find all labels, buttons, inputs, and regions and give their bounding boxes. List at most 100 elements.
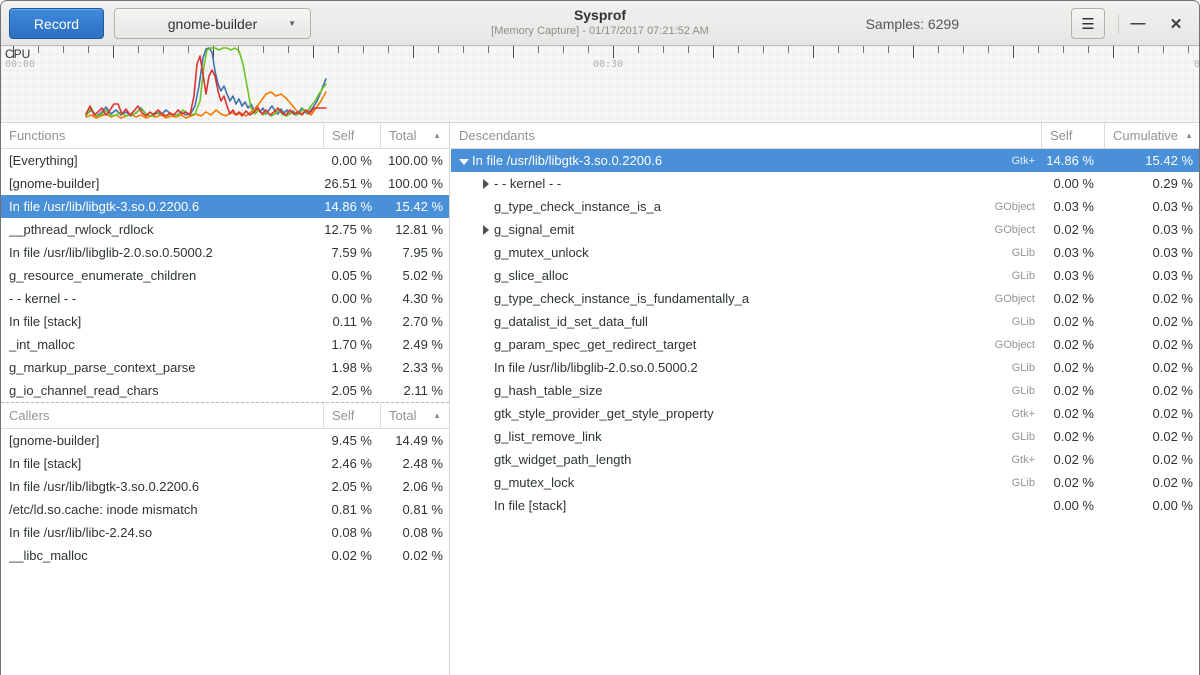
expander-spacer xyxy=(480,361,494,375)
self-percent: 0.02 % xyxy=(1041,383,1104,398)
callers-table: [gnome-builder]9.45 %14.49 %In file [sta… xyxy=(1,429,449,567)
self-column-header[interactable]: Self xyxy=(1041,123,1104,148)
self-column-header[interactable]: Self xyxy=(323,403,380,428)
table-row[interactable]: In file /usr/lib/libgtk-3.so.0.2200.614.… xyxy=(1,195,449,218)
table-row[interactable]: /etc/ld.so.cache: inode mismatch0.81 %0.… xyxy=(1,498,449,521)
symbol-name: - - kernel - - xyxy=(494,176,1035,191)
total-percent: 100.00 % xyxy=(380,176,449,191)
table-row[interactable]: g_mutex_lockGLib0.02 %0.02 % xyxy=(451,471,1200,494)
table-row[interactable]: g_signal_emitGObject0.02 %0.03 % xyxy=(451,218,1200,241)
table-row[interactable]: In file /usr/lib/libgtk-3.so.0.2200.6Gtk… xyxy=(451,149,1200,172)
cumulative-column-header[interactable]: Cumulative ▲ xyxy=(1104,123,1200,148)
table-row[interactable]: g_mutex_unlockGLib0.03 %0.03 % xyxy=(451,241,1200,264)
library-badge: GObject xyxy=(995,339,1041,351)
expander-spacer xyxy=(480,430,494,444)
table-row[interactable]: - - kernel - -0.00 %0.29 % xyxy=(451,172,1200,195)
symbol-name: g_slice_alloc xyxy=(494,268,1012,283)
cpu-line-green xyxy=(86,48,326,116)
total-percent: 14.49 % xyxy=(380,433,449,448)
library-badge: GLib xyxy=(1012,247,1041,259)
total-percent: 12.81 % xyxy=(380,222,449,237)
symbol-name: g_mutex_unlock xyxy=(494,245,1012,260)
table-row[interactable]: _int_malloc1.70 %2.49 % xyxy=(1,333,449,356)
symbol-name: g_param_spec_get_redirect_target xyxy=(494,337,995,352)
menu-button[interactable]: ☰ xyxy=(1071,8,1105,39)
cpu-line-red xyxy=(86,56,326,116)
expander-spacer xyxy=(480,476,494,490)
table-row[interactable]: g_io_channel_read_chars2.05 %2.11 % xyxy=(1,379,449,402)
expander-spacer xyxy=(480,269,494,283)
self-percent: 0.03 % xyxy=(1041,245,1104,260)
total-percent: 2.11 % xyxy=(380,383,449,398)
expander-right-icon[interactable] xyxy=(480,177,494,191)
self-percent: 0.00 % xyxy=(1041,176,1104,191)
callers-header: Callers Self Total ▲ xyxy=(1,403,449,429)
expander-down-icon[interactable] xyxy=(458,154,472,168)
total-column-header[interactable]: Total ▲ xyxy=(380,123,449,148)
descendants-column-header[interactable]: Descendants xyxy=(451,123,1041,148)
total-percent: 2.49 % xyxy=(380,337,449,352)
library-badge: GObject xyxy=(995,224,1041,236)
self-percent: 1.70 % xyxy=(323,337,380,352)
time-label-start: 00:00 xyxy=(5,59,35,70)
close-button[interactable]: ✕ xyxy=(1159,1,1193,46)
self-column-header[interactable]: Self xyxy=(323,123,380,148)
table-row[interactable]: g_list_remove_linkGLib0.02 %0.02 % xyxy=(451,425,1200,448)
self-percent: 0.02 % xyxy=(323,548,380,563)
symbol-name: In file /usr/lib/libgtk-3.so.0.2200.6 xyxy=(472,153,1011,168)
callers-column-header[interactable]: Callers xyxy=(1,403,323,428)
total-percent: 0.03 % xyxy=(1104,268,1200,283)
cpu-graph[interactable]: CPU 00:00 00:30 01:00 xyxy=(1,46,1200,123)
table-row[interactable]: [gnome-builder]9.45 %14.49 % xyxy=(1,429,449,452)
self-percent: 0.02 % xyxy=(1041,314,1104,329)
main-area: Functions Self Total ▲ [Everything]0.00 … xyxy=(1,123,1200,675)
table-row[interactable]: [Everything]0.00 %100.00 % xyxy=(1,149,449,172)
table-row[interactable]: g_param_spec_get_redirect_targetGObject0… xyxy=(451,333,1200,356)
table-row[interactable]: gtk_widget_path_lengthGtk+0.02 %0.02 % xyxy=(451,448,1200,471)
expander-spacer xyxy=(480,453,494,467)
minimize-button[interactable]: — xyxy=(1121,1,1155,46)
table-row[interactable]: g_datalist_id_set_data_fullGLib0.02 %0.0… xyxy=(451,310,1200,333)
cpu-graph-canvas xyxy=(1,46,1200,123)
table-row[interactable]: g_type_check_instance_is_aGObject0.03 %0… xyxy=(451,195,1200,218)
symbol-name: In file /usr/lib/libc-2.24.so xyxy=(1,525,323,540)
table-row[interactable]: g_markup_parse_context_parse1.98 %2.33 % xyxy=(1,356,449,379)
table-row[interactable]: In file [stack]0.11 %2.70 % xyxy=(1,310,449,333)
table-row[interactable]: In file /usr/lib/libglib-2.0.so.0.5000.2… xyxy=(1,241,449,264)
functions-column-header[interactable]: Functions xyxy=(1,123,323,148)
self-percent: 2.05 % xyxy=(323,383,380,398)
table-row[interactable]: __libc_malloc0.02 %0.02 % xyxy=(1,544,449,567)
total-percent: 7.95 % xyxy=(380,245,449,260)
self-percent: 0.00 % xyxy=(323,153,380,168)
self-percent: 0.03 % xyxy=(1041,268,1104,283)
self-percent: 0.00 % xyxy=(1041,498,1104,513)
self-percent: 0.02 % xyxy=(1041,360,1104,375)
table-row[interactable]: g_type_check_instance_is_fundamentally_a… xyxy=(451,287,1200,310)
panel-divider[interactable] xyxy=(449,123,450,675)
descendants-header: Descendants Self Cumulative ▲ xyxy=(451,123,1200,149)
symbol-name: [gnome-builder] xyxy=(1,176,323,191)
table-row[interactable]: In file [stack]2.46 %2.48 % xyxy=(1,452,449,475)
table-row[interactable]: g_hash_table_sizeGLib0.02 %0.02 % xyxy=(451,379,1200,402)
table-row[interactable]: In file /usr/lib/libc-2.24.so0.08 %0.08 … xyxy=(1,521,449,544)
table-row[interactable]: __pthread_rwlock_rdlock12.75 %12.81 % xyxy=(1,218,449,241)
expander-right-icon[interactable] xyxy=(480,223,494,237)
library-badge: GLib xyxy=(1012,385,1041,397)
self-percent: 0.02 % xyxy=(1041,291,1104,306)
total-column-header[interactable]: Total ▲ xyxy=(380,403,449,428)
record-button[interactable]: Record xyxy=(9,8,104,39)
expander-spacer xyxy=(480,407,494,421)
table-row[interactable]: gtk_style_provider_get_style_propertyGtk… xyxy=(451,402,1200,425)
table-row[interactable]: In file /usr/lib/libgtk-3.so.0.2200.62.0… xyxy=(1,475,449,498)
table-row[interactable]: g_resource_enumerate_children0.05 %5.02 … xyxy=(1,264,449,287)
table-row[interactable]: [gnome-builder]26.51 %100.00 % xyxy=(1,172,449,195)
table-row[interactable]: g_slice_allocGLib0.03 %0.03 % xyxy=(451,264,1200,287)
total-percent: 0.02 % xyxy=(1104,291,1200,306)
library-badge: Gtk+ xyxy=(1011,155,1041,167)
table-row[interactable]: - - kernel - -0.00 %4.30 % xyxy=(1,287,449,310)
target-selector-dropdown[interactable]: gnome-builder ▼ xyxy=(114,8,311,39)
left-panel: Functions Self Total ▲ [Everything]0.00 … xyxy=(1,123,449,675)
table-row[interactable]: In file [stack]0.00 %0.00 % xyxy=(451,494,1200,517)
table-row[interactable]: In file /usr/lib/libglib-2.0.so.0.5000.2… xyxy=(451,356,1200,379)
functions-header: Functions Self Total ▲ xyxy=(1,123,449,149)
